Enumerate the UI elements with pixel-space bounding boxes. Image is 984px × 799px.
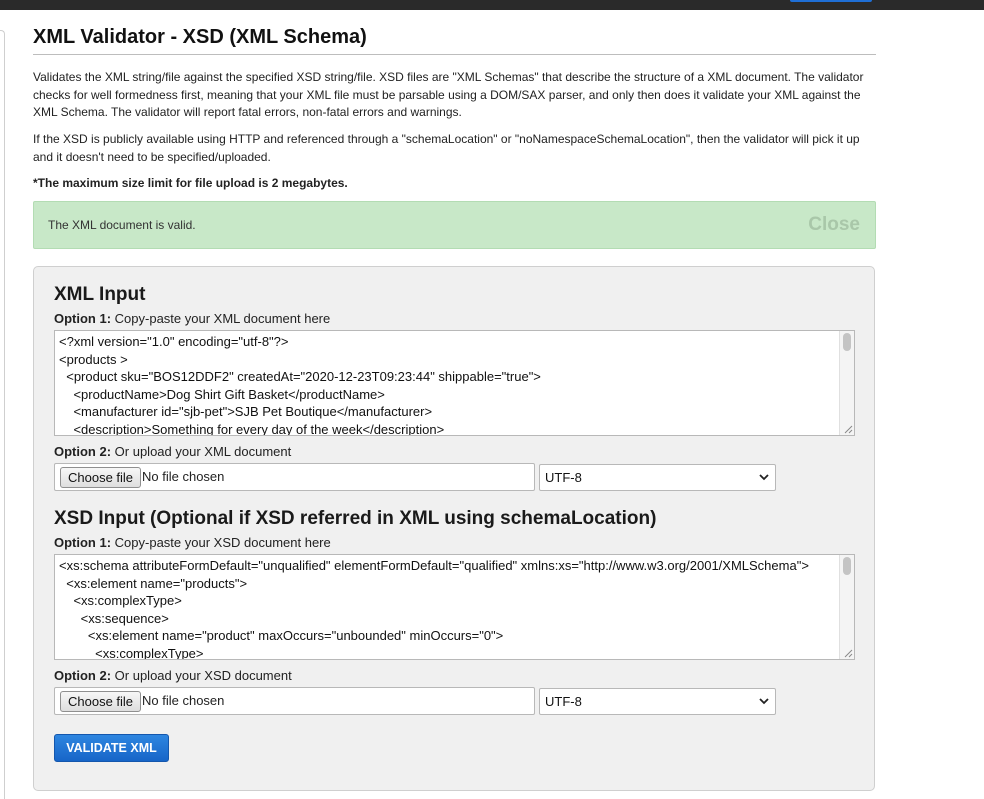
xsd-encoding-value: UTF-8 bbox=[545, 694, 582, 709]
xsd-option1-prefix: Option 1: bbox=[54, 535, 112, 550]
code-line: <product sku="BOS12DDF2" createdAt="2020… bbox=[59, 369, 541, 384]
success-alert: The XML document is valid. Close bbox=[33, 201, 876, 249]
xml-scrollbar[interactable] bbox=[839, 331, 854, 435]
scroll-thumb[interactable] bbox=[843, 557, 851, 575]
xml-option1-label: Option 1: Copy-paste your XML document h… bbox=[54, 311, 330, 326]
xsd-option2-prefix: Option 2: bbox=[54, 668, 112, 683]
xml-choose-file-button[interactable]: Choose file bbox=[60, 467, 142, 488]
alert-close-button[interactable]: Close bbox=[808, 214, 860, 236]
xml-code-lines: <?xml version="1.0" encoding="utf-8"?> <… bbox=[55, 333, 541, 436]
xsd-textarea[interactable]: <xs:schema attributeFormDefault="unquali… bbox=[54, 554, 855, 660]
validate-xml-button[interactable]: VALIDATE XML bbox=[54, 734, 169, 762]
validator-form-panel: XML Input Option 1: Copy-paste your XML … bbox=[33, 266, 875, 791]
code-line: <xs:schema attributeFormDefault="unquali… bbox=[59, 558, 809, 573]
top-bar-button[interactable] bbox=[790, 0, 872, 2]
code-line: <xs:element name="product" maxOccurs="un… bbox=[59, 628, 504, 643]
xml-option2-text: Or upload your XML document bbox=[114, 444, 292, 459]
xml-file-status: No file chosen bbox=[142, 469, 225, 484]
code-line: <productName>Dog Shirt Gift Basket</prod… bbox=[59, 386, 385, 402]
code-line: <manufacturer id="sjb-pet">SJB Pet Bouti… bbox=[59, 404, 433, 419]
xml-file-input[interactable]: Choose file No file chosen bbox=[54, 463, 535, 491]
xsd-scrollbar[interactable] bbox=[839, 555, 854, 659]
xml-option2-prefix: Option 2: bbox=[54, 444, 112, 459]
xsd-file-input[interactable]: Choose file No file chosen bbox=[54, 687, 535, 715]
code-line: <products > bbox=[59, 351, 128, 367]
sidebar-edge bbox=[0, 30, 5, 799]
resize-grip-icon[interactable] bbox=[843, 648, 853, 658]
page-title: XML Validator - XSD (XML Schema) bbox=[33, 26, 367, 48]
code-line: <?xml version="1.0" encoding="utf-8"?> bbox=[59, 334, 289, 349]
xml-option2-label: Option 2: Or upload your XML document bbox=[54, 444, 291, 459]
chevron-down-icon bbox=[759, 698, 769, 705]
code-line: <description>Something for every day of … bbox=[59, 421, 445, 436]
xsd-encoding-select[interactable]: UTF-8 bbox=[539, 688, 776, 715]
xml-input-heading: XML Input bbox=[54, 284, 146, 305]
size-limit-note: *The maximum size limit for file upload … bbox=[33, 176, 348, 190]
code-line: <xs:complexType> bbox=[59, 645, 204, 660]
xml-option1-prefix: Option 1: bbox=[54, 311, 112, 326]
xsd-input-heading: XSD Input (Optional if XSD referred in X… bbox=[54, 508, 657, 529]
schema-location-paragraph: If the XSD is publicly available using H… bbox=[33, 132, 860, 164]
xml-textarea[interactable]: <?xml version="1.0" encoding="utf-8"?> <… bbox=[54, 330, 855, 436]
alert-message: The XML document is valid. bbox=[48, 218, 196, 232]
code-line: <xs:complexType> bbox=[59, 593, 182, 608]
scroll-thumb[interactable] bbox=[843, 333, 851, 351]
xsd-option1-label: Option 1: Copy-paste your XSD document h… bbox=[54, 535, 331, 550]
xml-encoding-select[interactable]: UTF-8 bbox=[539, 464, 776, 491]
xsd-option1-text: Copy-paste your XSD document here bbox=[114, 535, 331, 550]
top-bar bbox=[0, 0, 984, 10]
resize-grip-icon[interactable] bbox=[843, 424, 853, 434]
title-divider bbox=[33, 54, 876, 55]
xml-encoding-value: UTF-8 bbox=[545, 470, 582, 485]
code-line: <xs:element name="products"> bbox=[59, 575, 248, 591]
code-line: <xs:sequence> bbox=[59, 610, 169, 626]
xsd-code-lines: <xs:schema attributeFormDefault="unquali… bbox=[55, 557, 809, 660]
xsd-file-status: No file chosen bbox=[142, 693, 225, 708]
xsd-option2-label: Option 2: Or upload your XSD document bbox=[54, 668, 292, 683]
xsd-choose-file-button[interactable]: Choose file bbox=[60, 691, 142, 712]
xml-option1-text: Copy-paste your XML document here bbox=[114, 311, 331, 326]
chevron-down-icon bbox=[759, 474, 769, 481]
xsd-option2-text: Or upload your XSD document bbox=[114, 668, 292, 683]
description-paragraph: Validates the XML string/file against th… bbox=[33, 70, 864, 119]
